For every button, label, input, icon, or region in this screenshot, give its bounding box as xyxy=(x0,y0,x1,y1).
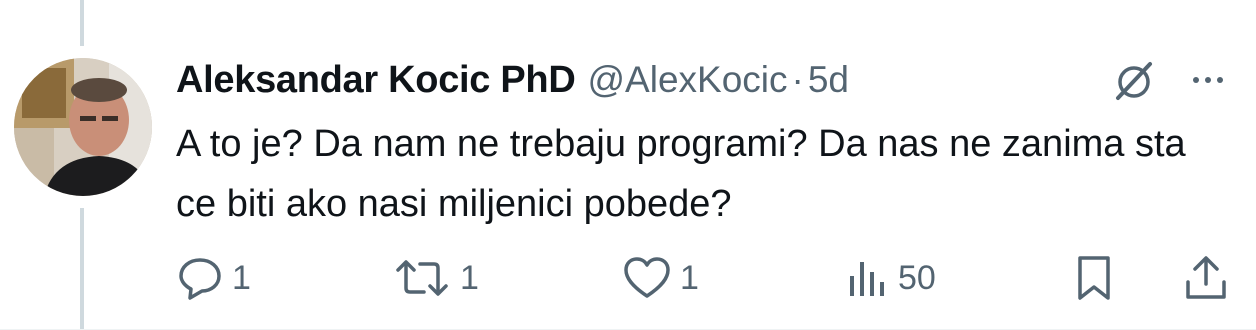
views-count: 50 xyxy=(898,258,936,297)
bookmark-button[interactable] xyxy=(1072,248,1116,308)
avatar[interactable] xyxy=(14,58,152,196)
retweet-count: 1 xyxy=(460,258,479,297)
bookmark-icon xyxy=(1072,254,1116,302)
tweet-actions: 1 1 1 50 xyxy=(176,248,1236,308)
reply-button[interactable]: 1 xyxy=(176,248,251,308)
like-count: 1 xyxy=(680,258,699,297)
thread-line-bottom xyxy=(80,208,84,330)
speech-bubble-icon xyxy=(176,254,224,302)
thread-line-top xyxy=(80,0,84,46)
retweet-button[interactable]: 1 xyxy=(392,248,479,308)
tweet-text: A to je? Da nam ne trebaju programi? Da … xyxy=(176,123,1186,225)
views-button[interactable]: 50 xyxy=(846,248,936,308)
reply-count: 1 xyxy=(232,258,251,297)
grok-slash-icon[interactable] xyxy=(1110,58,1160,104)
tweet-header: Aleksandar Kocic PhD @AlexKocic · 5d xyxy=(176,56,849,104)
tweet-timestamp[interactable]: 5d xyxy=(808,59,849,101)
share-button[interactable] xyxy=(1182,248,1230,308)
author-handle[interactable]: @AlexKocic xyxy=(587,59,787,101)
separator-dot: · xyxy=(791,59,804,100)
bar-chart-icon xyxy=(846,254,890,302)
like-button[interactable]: 1 xyxy=(622,248,699,308)
retweet-arrows-icon xyxy=(392,254,452,302)
ellipsis-icon[interactable] xyxy=(1186,60,1236,100)
share-upload-icon xyxy=(1182,254,1230,302)
heart-icon xyxy=(622,254,672,302)
author-name[interactable]: Aleksandar Kocic PhD xyxy=(176,59,576,102)
